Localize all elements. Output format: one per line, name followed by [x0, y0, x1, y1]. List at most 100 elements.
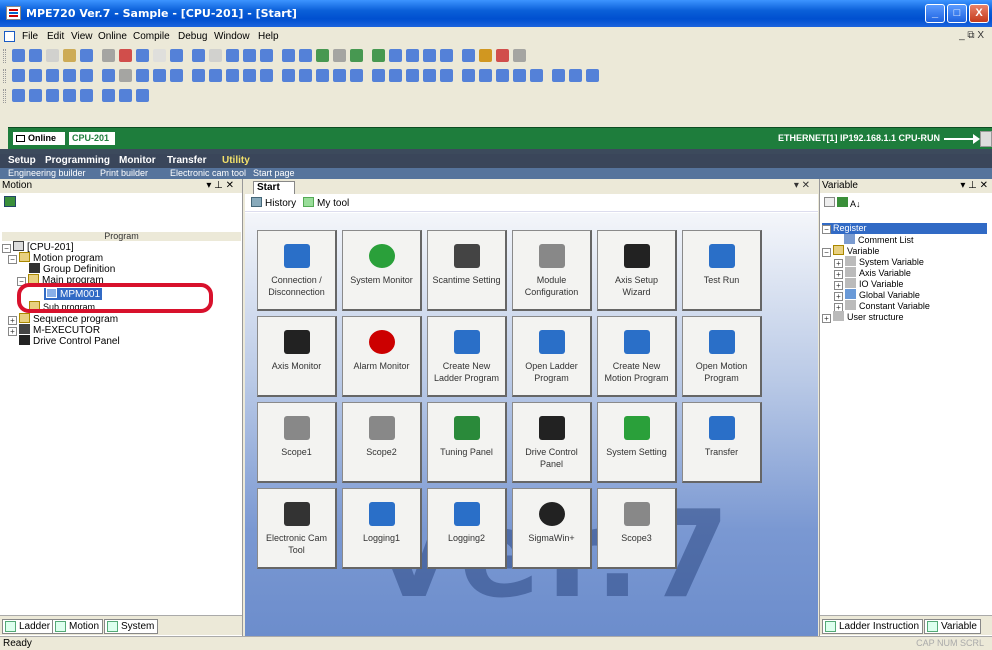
menu-view[interactable]: View [71, 31, 93, 42]
tool-tile-open-motion-program[interactable]: Open Motion Program [682, 316, 762, 397]
toolbar-grip[interactable] [3, 69, 6, 83]
toolbar-button-icon[interactable] [333, 49, 346, 62]
tab-system[interactable]: System [104, 619, 159, 634]
toolbar-button-icon[interactable] [260, 69, 273, 82]
tool-tile-tuning-panel[interactable]: Tuning Panel [427, 402, 507, 483]
toolbar-button-icon[interactable] [80, 69, 93, 82]
tool-tile-scope1[interactable]: Scope1 [257, 402, 337, 483]
tool-tile-system-setting[interactable]: System Setting [597, 402, 677, 483]
online-indicator[interactable]: Online [13, 132, 65, 145]
toolbar-button-icon[interactable] [462, 69, 475, 82]
toolbar-button-icon[interactable] [170, 69, 183, 82]
sub-tab-print-builder[interactable]: Print builder [100, 168, 148, 178]
tree-node-drive-control-panel[interactable]: Drive Control Panel [19, 335, 120, 347]
tool-tile-open-ladder-program[interactable]: Open Ladder Program [512, 316, 592, 397]
toolbar-button-icon[interactable] [29, 89, 42, 102]
toolbar-button-icon[interactable] [12, 49, 25, 62]
minimize-button[interactable]: _ [925, 4, 945, 23]
expand-icon[interactable]: + [8, 327, 17, 336]
tab-utility[interactable]: Utility [222, 155, 250, 166]
toolbar-button-icon[interactable] [282, 69, 295, 82]
toolbar-button-icon[interactable] [513, 49, 526, 62]
toolbar-button-icon[interactable] [372, 49, 385, 62]
toolbar-button-icon[interactable] [119, 69, 132, 82]
tool-tile-connection-disconnection[interactable]: Connection / Disconnection [257, 230, 337, 311]
document-close[interactable]: ▾ ✕ [794, 180, 810, 191]
tool-tile-test-run[interactable]: Test Run [682, 230, 762, 311]
toolbar-button-icon[interactable] [80, 89, 93, 102]
toolbar-button-icon[interactable] [299, 69, 312, 82]
toolbar-button-icon[interactable] [136, 89, 149, 102]
toolbar-button-icon[interactable] [423, 49, 436, 62]
toolbar-button-icon[interactable] [46, 89, 59, 102]
tool-tile-sigmawin[interactable]: SigmaWin+ [512, 488, 592, 569]
mdi-controls[interactable]: _ ⧉ X [959, 30, 984, 41]
toolbar-button-icon[interactable] [479, 69, 492, 82]
tree-node-register[interactable]: − Register [822, 223, 987, 234]
close-button[interactable]: X [969, 4, 989, 23]
menu-compile[interactable]: Compile [133, 31, 170, 42]
tab-monitor[interactable]: Monitor [119, 155, 156, 166]
menu-online[interactable]: Online [98, 31, 127, 42]
history-button[interactable]: History [251, 197, 296, 209]
toolbar-button-icon[interactable] [29, 49, 42, 62]
tool-tile-scantime-setting[interactable]: Scantime Setting [427, 230, 507, 311]
toolbar-button-icon[interactable] [586, 69, 599, 82]
toolbar-button-icon[interactable] [226, 49, 239, 62]
toolbar-button-icon[interactable] [226, 69, 239, 82]
tool-tile-system-monitor[interactable]: System Monitor [342, 230, 422, 311]
toolbar-button-icon[interactable] [119, 49, 132, 62]
toolbar-button-icon[interactable] [406, 69, 419, 82]
toolbar-button-icon[interactable] [440, 69, 453, 82]
toolbar-button-icon[interactable] [479, 49, 492, 62]
toolbar-button-icon[interactable] [102, 69, 115, 82]
toolbar-button-icon[interactable] [209, 69, 222, 82]
toolbar-button-icon[interactable] [192, 69, 205, 82]
toolbar-button-icon[interactable] [552, 69, 565, 82]
tool-tile-logging1[interactable]: Logging1 [342, 488, 422, 569]
toolbar-button-icon[interactable] [530, 69, 543, 82]
tab-ladder[interactable]: Ladder [2, 619, 55, 634]
toolbar-button-icon[interactable] [372, 69, 385, 82]
panel-toolbar-icon[interactable] [4, 196, 16, 207]
tab-setup[interactable]: Setup [8, 155, 36, 166]
menu-edit[interactable]: Edit [47, 31, 64, 42]
tool-tile-create-new-motion-program[interactable]: Create New Motion Program [597, 316, 677, 397]
tool-tile-electronic-cam-tool[interactable]: Electronic Cam Tool [257, 488, 337, 569]
toolbar-button-icon[interactable] [153, 69, 166, 82]
maximize-button[interactable]: □ [947, 4, 967, 23]
collapse-icon[interactable]: − [8, 255, 17, 264]
toolbar-button-icon[interactable] [29, 69, 42, 82]
toolbar-button-icon[interactable] [46, 69, 59, 82]
tool-tile-axis-monitor[interactable]: Axis Monitor [257, 316, 337, 397]
toolbar-button-icon[interactable] [12, 89, 25, 102]
menu-help[interactable]: Help [258, 31, 279, 42]
toolbar-button-icon[interactable] [136, 69, 149, 82]
tab-start[interactable]: Start [253, 181, 295, 194]
sub-tab-engineering-builder[interactable]: Engineering builder [8, 168, 86, 178]
tool-tile-alarm-monitor[interactable]: Alarm Monitor [342, 316, 422, 397]
connection-icon[interactable] [980, 131, 992, 147]
toolbar-button-icon[interactable] [299, 49, 312, 62]
toolbar-button-icon[interactable] [316, 69, 329, 82]
sub-tab-electronic-cam-tool[interactable]: Electronic cam tool [170, 168, 246, 178]
toolbar-button-icon[interactable] [440, 49, 453, 62]
collapse-icon[interactable]: − [822, 248, 831, 257]
tab-ladder-instruction[interactable]: Ladder Instruction [822, 619, 924, 634]
toolbar-button-icon[interactable] [260, 49, 273, 62]
tool-tile-drive-control-panel[interactable]: Drive Control Panel [512, 402, 592, 483]
toolbar-button-icon[interactable] [513, 69, 526, 82]
document-icon[interactable] [4, 31, 15, 42]
cpu-indicator[interactable]: CPU-201 [69, 132, 115, 145]
filter-icon[interactable] [824, 197, 835, 207]
tool-tile-scope2[interactable]: Scope2 [342, 402, 422, 483]
sub-tab-start-page[interactable]: Start page [253, 168, 295, 178]
toolbar-button-icon[interactable] [462, 49, 475, 62]
panel-controls[interactable]: ▾ ⊥ ✕ [206, 180, 234, 191]
toolbar-button-icon[interactable] [496, 49, 509, 62]
toolbar-button-icon[interactable] [333, 69, 346, 82]
menu-file[interactable]: File [22, 31, 38, 42]
toolbar-grip[interactable] [3, 49, 6, 63]
toolbar-button-icon[interactable] [209, 49, 222, 62]
toolbar-button-icon[interactable] [350, 49, 363, 62]
